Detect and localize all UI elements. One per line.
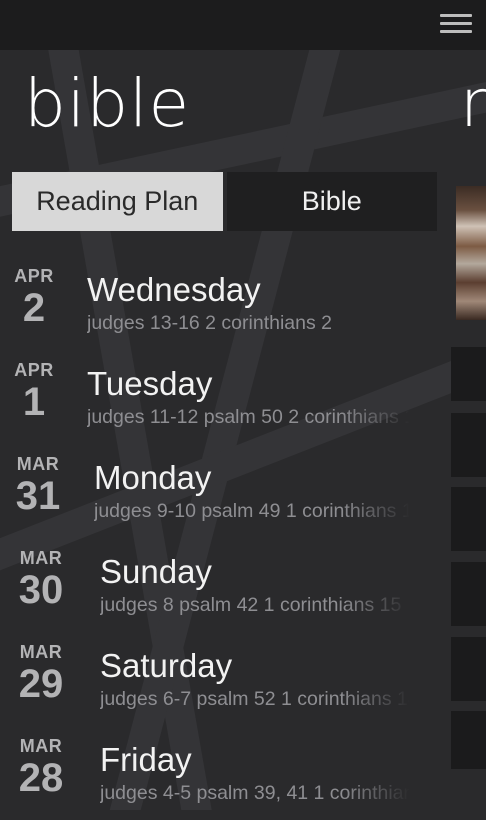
tab-bar: Reading Plan Bible xyxy=(12,172,437,231)
weekday-label: Friday xyxy=(100,741,192,778)
weekday-label: Tuesday xyxy=(87,365,213,402)
date-badge: MAR 28 xyxy=(7,736,75,800)
weekday-label: Saturday xyxy=(100,647,233,684)
next-pivot-title[interactable]: n xyxy=(460,64,486,144)
readings-text: judges 9-10 psalm 49 1 corinthians 16 xyxy=(94,500,410,522)
month-label: MAR xyxy=(16,454,60,474)
entry-info: Wednesday judges 13-16 2 corinthians 2 xyxy=(87,270,410,336)
readings-text: judges 4-5 psalm 39, 41 1 corinthians 13 xyxy=(100,782,410,804)
day-number: 1 xyxy=(22,380,46,424)
tab-bible[interactable]: Bible xyxy=(226,172,437,231)
weekday-label: Monday xyxy=(94,459,212,496)
preview-tile[interactable] xyxy=(451,487,486,551)
month-label: APR xyxy=(14,360,54,380)
list-item[interactable]: MAR 31 Monday judges 9-10 psalm 49 1 cor… xyxy=(0,444,450,538)
list-item[interactable]: MAR 30 Sunday judges 8 psalm 42 1 corint… xyxy=(0,538,450,632)
date-badge: APR 2 xyxy=(0,266,68,330)
readings-text: judges 11-12 psalm 50 2 corinthians 1 xyxy=(87,406,410,428)
reading-plan-list: APR 2 Wednesday judges 13-16 2 corinthia… xyxy=(0,256,450,820)
month-label: MAR xyxy=(19,736,63,756)
readings-text: judges 6-7 psalm 52 1 corinthians 14 xyxy=(100,688,410,710)
app-bar xyxy=(0,0,486,50)
list-item[interactable]: APR 2 Wednesday judges 13-16 2 corinthia… xyxy=(0,256,450,350)
preview-tile[interactable] xyxy=(451,562,486,626)
date-badge: MAR 30 xyxy=(7,548,75,612)
entry-info: Sunday judges 8 psalm 42 1 corinthians 1… xyxy=(100,552,410,618)
date-badge: MAR 31 xyxy=(4,454,72,518)
readings-text: judges 13-16 2 corinthians 2 xyxy=(87,312,332,334)
day-number: 28 xyxy=(18,756,64,800)
readings-text: judges 8 psalm 42 1 corinthians 15 xyxy=(100,594,402,616)
preview-tile[interactable] xyxy=(451,413,486,477)
date-badge: MAR 29 xyxy=(7,642,75,706)
entry-info: Friday judges 4-5 psalm 39, 41 1 corinth… xyxy=(100,740,410,806)
month-label: APR xyxy=(14,266,54,286)
entry-info: Saturday judges 6-7 psalm 52 1 corinthia… xyxy=(100,646,410,712)
day-number: 29 xyxy=(18,662,64,706)
day-number: 2 xyxy=(22,286,46,330)
preview-tile[interactable] xyxy=(451,347,486,401)
preview-tile[interactable] xyxy=(451,711,486,769)
list-item[interactable]: APR 1 Tuesday judges 11-12 psalm 50 2 co… xyxy=(0,350,450,444)
tab-reading-plan[interactable]: Reading Plan xyxy=(12,172,223,231)
hamburger-menu-icon[interactable] xyxy=(440,14,472,36)
weekday-label: Sunday xyxy=(100,553,212,590)
weekday-label: Wednesday xyxy=(87,271,261,308)
entry-info: Tuesday judges 11-12 psalm 50 2 corinthi… xyxy=(87,364,410,430)
month-label: MAR xyxy=(19,548,63,568)
day-number: 30 xyxy=(18,568,64,612)
featured-photo[interactable] xyxy=(456,186,486,320)
month-label: MAR xyxy=(19,642,63,662)
list-item[interactable]: MAR 28 Friday judges 4-5 psalm 39, 41 1 … xyxy=(0,726,450,820)
date-badge: APR 1 xyxy=(0,360,68,424)
preview-tile[interactable] xyxy=(451,637,486,701)
page-title: bible xyxy=(24,65,191,142)
list-item[interactable]: MAR 29 Saturday judges 6-7 psalm 52 1 co… xyxy=(0,632,450,726)
day-number: 31 xyxy=(15,474,61,518)
entry-info: Monday judges 9-10 psalm 49 1 corinthian… xyxy=(94,458,410,524)
